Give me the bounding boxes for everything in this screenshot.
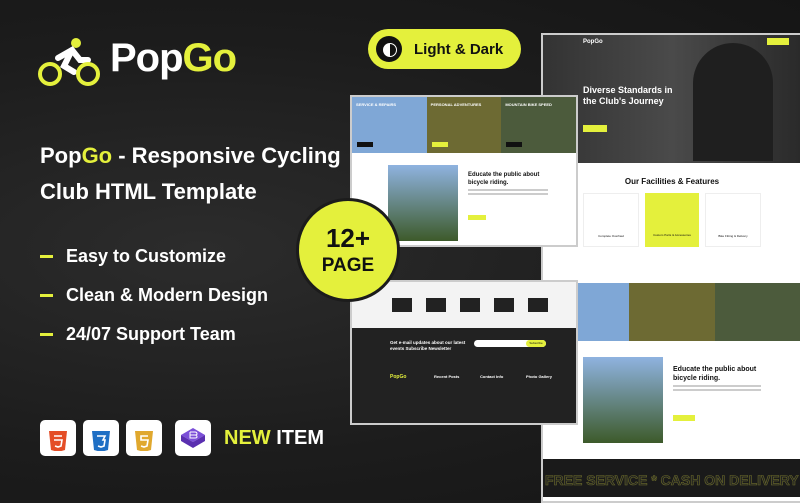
preview-cta-button (767, 38, 789, 45)
dash-icon (40, 333, 53, 336)
subscribe-button: Subscribe (526, 340, 546, 347)
text-placeholder (673, 385, 761, 387)
brand-pre: Pop (110, 36, 184, 80)
partner-logos (352, 282, 576, 328)
banner-label: SERVICE & REPAIRS (356, 102, 397, 107)
feature-card: Bike Fitting & Delivery (705, 193, 761, 247)
section-title: Our Facilities & Features (624, 177, 720, 186)
banner-button (357, 142, 373, 147)
feature-card: Complete Overhaul (583, 193, 639, 247)
about-button (673, 415, 695, 421)
bootstrap-icon (175, 420, 211, 456)
headline: PopGo - Responsive Cycling Club HTML Temp… (40, 138, 350, 210)
marquee-banner: FREE SERVICE * CASH ON DELIVERY * (543, 459, 800, 497)
hero-button (583, 125, 607, 132)
banner-label: PERSONAL ADVENTURES (430, 102, 482, 107)
newsletter-input: Subscribe (474, 340, 546, 347)
about-image (583, 357, 663, 443)
new-item-label: NEW ITEM (224, 427, 324, 450)
feature-label: Easy to Customize (66, 246, 227, 266)
about-image (388, 165, 458, 241)
footer-preview: Get e-mail updates about our latest even… (350, 280, 578, 425)
banner-button (506, 142, 523, 147)
feature-item: 24/07 Support Team (40, 324, 236, 345)
footer-column-title: Recent Posts (434, 374, 460, 379)
hero-title: Diverse Standards in the Club's Journey (583, 85, 673, 106)
text-placeholder (468, 193, 548, 195)
js-icon (126, 420, 162, 456)
partner-logo (494, 298, 514, 312)
banner-image (715, 283, 800, 341)
css3-icon (83, 420, 119, 456)
partner-logo (528, 298, 548, 312)
pages-count: 12+ (325, 223, 371, 253)
banner-image: MOUNTAIN BIKE SPEED (501, 97, 576, 153)
banner-image: PERSONAL ADVENTURES (426, 97, 502, 153)
partner-logo (392, 298, 412, 312)
headline-line2: Club HTML Template (40, 179, 257, 204)
about-title: Educate the public about bicycle riding. (673, 366, 757, 382)
partner-logo (426, 298, 446, 312)
light-dark-label: Light & Dark (414, 40, 504, 58)
feature-card: Custom Parts & Accessories (645, 193, 699, 247)
pages-label: PAGE (321, 255, 375, 276)
feature-item: Clean & Modern Design (40, 285, 268, 306)
footer-column-title: Contact Info (480, 374, 504, 379)
banner-image: SERVICE & REPAIRS (352, 97, 427, 153)
banner-image (629, 283, 715, 341)
headline-brand-pre: Pop (40, 143, 82, 168)
newsletter-text: Get e-mail updates about our latest even… (390, 340, 466, 351)
hero-section: PopGo Diverse Standards in the Club's Jo… (543, 35, 800, 163)
contrast-icon (376, 36, 402, 62)
html5-icon (40, 420, 76, 456)
brand-post: Go (182, 36, 238, 80)
banner-label: MOUNTAIN BIKE SPEED (505, 102, 552, 107)
pages-count-badge: 12+ PAGE (296, 198, 400, 302)
about-button (468, 215, 486, 220)
cyclist-image (693, 43, 773, 161)
homepage-preview: PopGo Diverse Standards in the Club's Jo… (541, 33, 800, 503)
new-label: NEW (224, 427, 271, 449)
item-label: ITEM (270, 427, 325, 449)
banner-strip (543, 283, 800, 341)
dash-icon (40, 255, 53, 258)
footer-logo: PopGo (390, 374, 407, 380)
headline-rest: - Responsive Cycling (112, 143, 341, 168)
text-placeholder (673, 389, 761, 391)
headline-brand-post: Go (81, 143, 113, 168)
feature-item: Easy to Customize (40, 246, 226, 267)
partner-logo (460, 298, 480, 312)
light-dark-badge: Light & Dark (368, 29, 521, 69)
brand-logo: PopGo (110, 36, 238, 81)
dash-icon (40, 294, 53, 297)
cyclist-logo-icon (38, 38, 100, 86)
text-placeholder (468, 189, 548, 191)
about-title: Educate the public about bicycle riding. (468, 172, 540, 186)
feature-label: 24/07 Support Team (66, 324, 236, 344)
banner-button (431, 142, 448, 147)
preview-logo: PopGo (583, 39, 603, 45)
feature-label: Clean & Modern Design (66, 285, 269, 305)
footer-column-title: Photo Gallery (526, 374, 553, 379)
